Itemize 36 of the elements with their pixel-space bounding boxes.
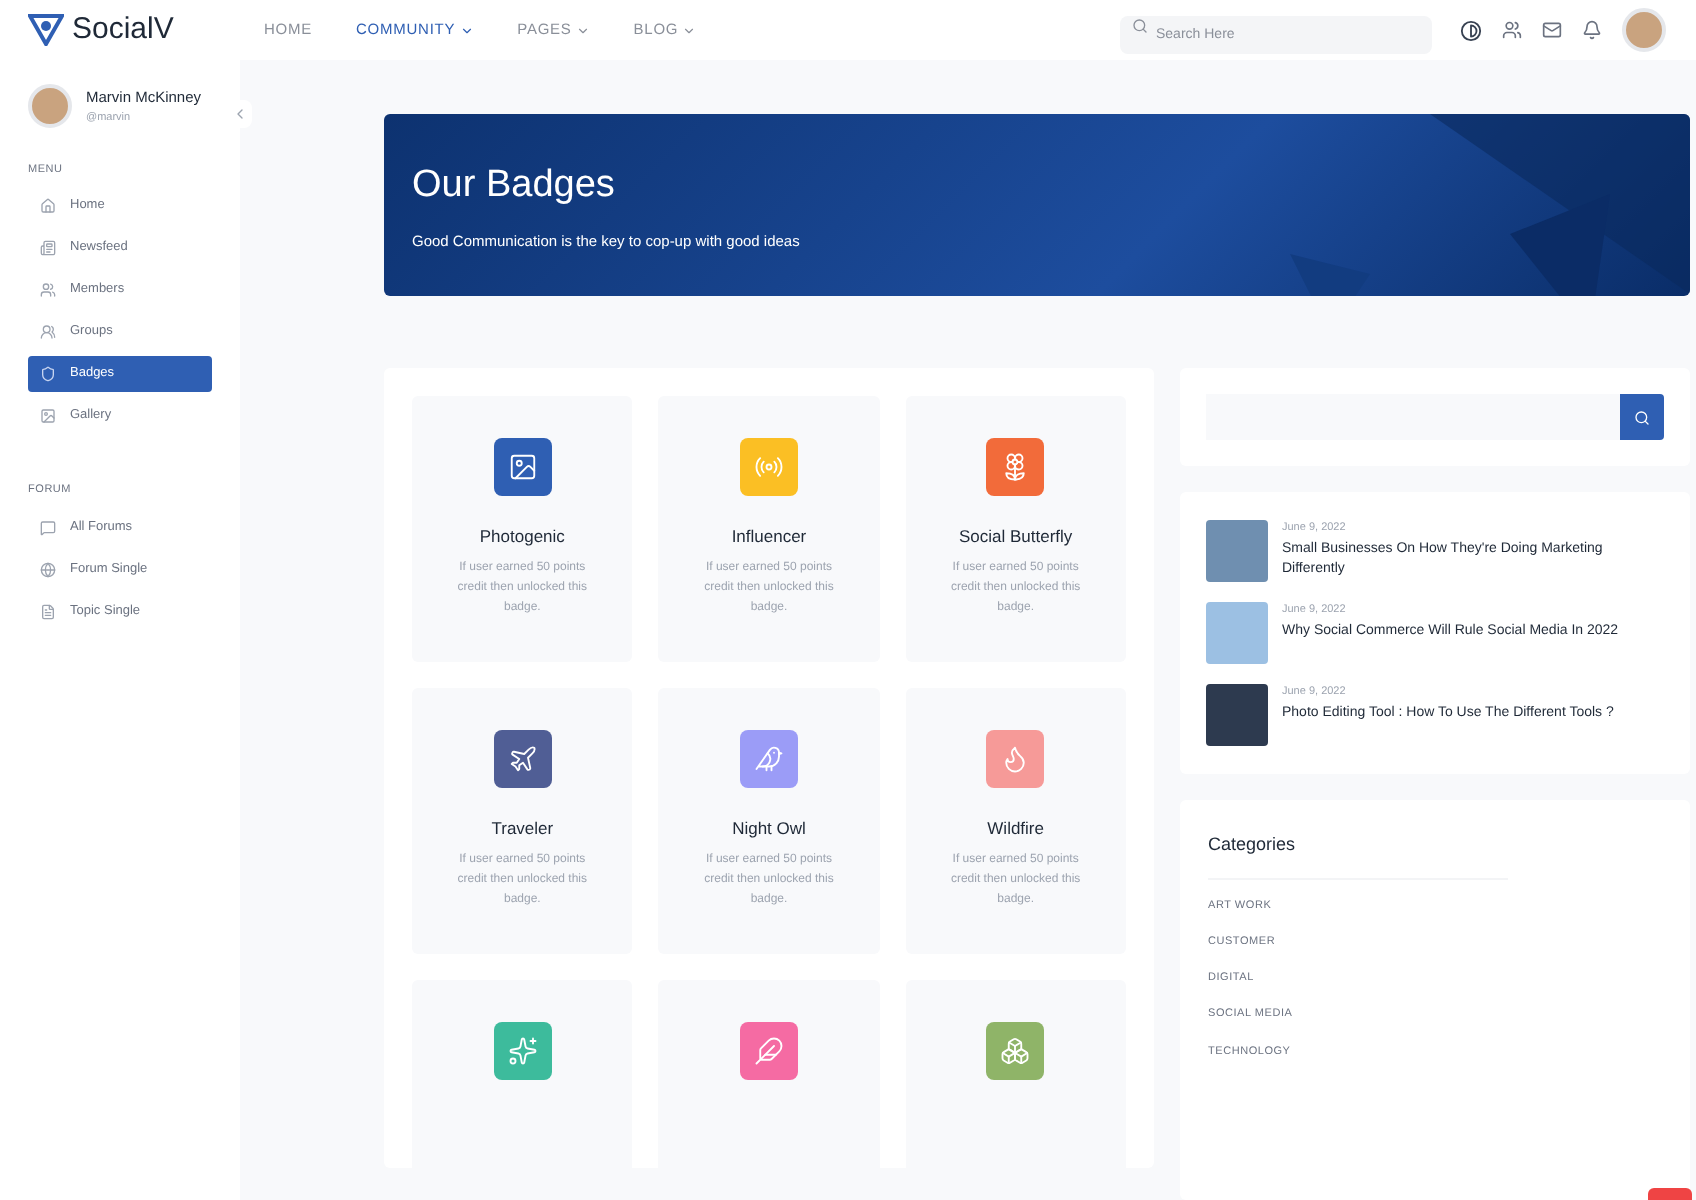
banner-title: Our Badges <box>412 162 617 211</box>
group-icon <box>40 324 56 341</box>
badge-name: Influencer <box>731 524 807 550</box>
contrast-icon[interactable] <box>1460 19 1482 41</box>
home-icon <box>40 198 56 215</box>
newspaper-icon <box>40 240 56 257</box>
globe-icon <box>40 561 56 577</box>
photo-placeholder <box>1206 602 1268 664</box>
badge-name: Night Owl <box>732 816 806 842</box>
photo-placeholder <box>1206 684 1268 746</box>
search-field[interactable] <box>1206 394 1620 440</box>
search-icon <box>1132 17 1148 33</box>
photo-placeholder <box>1206 520 1268 582</box>
document-icon <box>40 603 56 619</box>
users-icon <box>40 282 56 299</box>
badge-name: Social Butterfly <box>958 524 1073 550</box>
image-icon <box>40 408 56 425</box>
bell-icon[interactable] <box>1582 20 1602 40</box>
friends-icon[interactable] <box>1502 20 1522 40</box>
badge-name: Traveler <box>491 816 554 842</box>
caret-icon <box>459 23 474 37</box>
mail-icon[interactable] <box>1542 20 1562 40</box>
chevron-left-icon <box>232 106 248 122</box>
search-icon <box>1634 409 1650 425</box>
badge-name: Photogenic <box>479 524 565 550</box>
chat-icon <box>40 519 56 535</box>
caret-icon <box>575 23 590 37</box>
shield-icon <box>40 366 56 383</box>
avatar-icon[interactable] <box>1622 8 1666 52</box>
logo-icon <box>28 14 64 46</box>
caret-icon <box>682 23 697 37</box>
avatar-icon <box>28 84 72 128</box>
badge-name: Wildfire <box>987 816 1044 842</box>
logo-text: SocialV <box>72 9 174 50</box>
categories-title: Categories <box>1208 832 1298 858</box>
search-button[interactable] <box>1620 394 1664 440</box>
